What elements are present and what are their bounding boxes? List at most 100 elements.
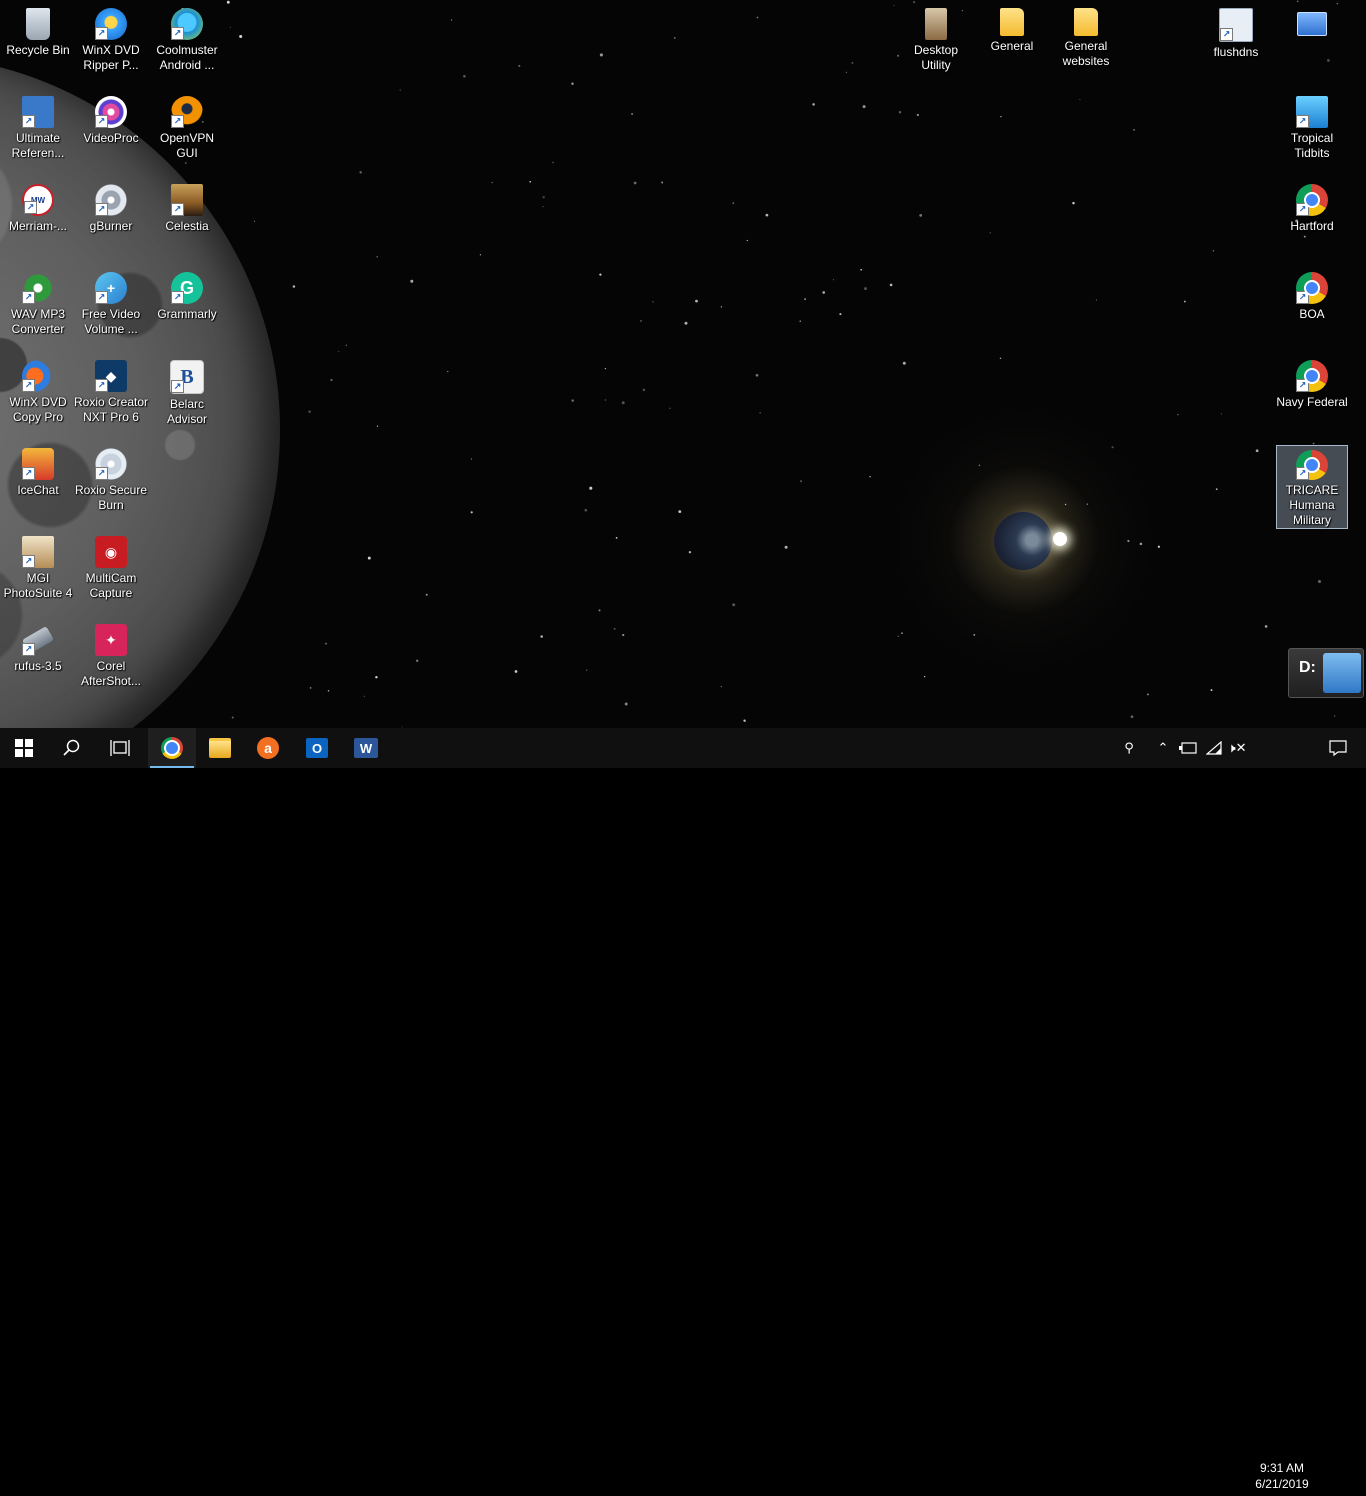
desktop-icon-tropical-tidbits[interactable]: ↗ Tropical Tidbits	[1274, 92, 1350, 161]
star	[1139, 542, 1143, 546]
show-hidden-icons-button[interactable]: ⌃	[1152, 728, 1174, 768]
star	[893, 5, 895, 7]
rufus-icon: ↗	[21, 624, 55, 656]
volume-button[interactable]: 🕨✕	[1226, 728, 1248, 768]
desktop-icon-gburner[interactable]: ↗ gBurner	[73, 180, 149, 234]
icon-label: MGI PhotoSuite 4	[3, 571, 73, 600]
drive-letter: D:	[1299, 659, 1316, 676]
gburner-icon: ↗	[95, 184, 127, 216]
icon-label: Belarc Advisor	[166, 397, 207, 426]
desktop-icon-boa[interactable]: ↗ BOA	[1274, 268, 1350, 322]
desktop-icon-winx-dvd-ripper[interactable]: ↗ WinX DVD Ripper P...	[73, 4, 149, 73]
desktop-icon-wav-mp3-converter[interactable]: ↗ WAV MP3 Converter	[0, 268, 76, 337]
desktop-icon-flushdns[interactable]: ↗ flushdns	[1198, 4, 1274, 60]
usb-drive-widget[interactable]: D:	[1288, 648, 1364, 698]
icon-label: OpenVPN GUI	[159, 131, 215, 160]
desktop-icon-tricare[interactable]: ↗ TRICARE Humana Military	[1276, 445, 1348, 529]
taskbar-chrome[interactable]	[148, 728, 196, 768]
star	[652, 301, 654, 303]
desktop-icon-videoproc[interactable]: ↗ VideoProc	[73, 92, 149, 146]
desktop-icon-recycle-bin[interactable]: Recycle Bin	[0, 4, 76, 58]
star	[1296, 0, 1299, 3]
desktop-icon-roxio-secure-burn[interactable]: ↗ Roxio Secure Burn	[73, 444, 149, 513]
star	[571, 399, 574, 402]
action-center-icon	[1329, 740, 1347, 756]
clock-time: 9:31 AM	[1259, 1461, 1305, 1475]
star	[1146, 693, 1149, 696]
star	[447, 370, 449, 373]
desktop-icon-icechat[interactable]: ↗ IceChat	[0, 444, 76, 498]
star	[897, 635, 899, 638]
chrome-icon: ↗	[1296, 184, 1328, 216]
battery-button[interactable]	[1176, 728, 1200, 768]
star	[845, 71, 848, 73]
desktop-icon-navy-federal[interactable]: ↗ Navy Federal	[1274, 356, 1350, 410]
desktop-icon-ultimate-reference[interactable]: ↗ Ultimate Referen...	[0, 92, 76, 161]
star	[720, 686, 723, 688]
star	[889, 283, 893, 287]
task-view-button[interactable]	[96, 728, 144, 768]
taskbar-word[interactable]: W	[342, 728, 390, 768]
desktop-icon-hartford[interactable]: ↗ Hartford	[1274, 180, 1350, 234]
star	[684, 321, 688, 325]
search-icon	[63, 739, 80, 756]
star	[759, 412, 761, 414]
desktop-icon-multicam[interactable]: ◉ MultiCam Capture	[73, 532, 149, 601]
star	[330, 378, 333, 382]
desktop-icon-mgi-photosuite[interactable]: ↗ MGI PhotoSuite 4	[0, 532, 76, 601]
desktop-icon-free-video-volume[interactable]: + ↗ Free Video Volume ...	[73, 268, 149, 337]
desktop-icon-corel-aftershot[interactable]: ✦ Corel AfterShot...	[73, 620, 149, 689]
desktop-icon-openvpn[interactable]: ↗ OpenVPN GUI	[149, 92, 225, 161]
desktop-icon-desktop-utility[interactable]: Desktop Utility	[898, 4, 974, 73]
icon-label: gBurner	[89, 219, 133, 233]
star	[309, 687, 312, 689]
desktop-icon-rufus[interactable]: ↗ rufus-3.5	[0, 620, 76, 674]
coolmuster-icon: ↗	[171, 8, 203, 40]
tropical-tidbits-icon: ↗	[1296, 96, 1328, 128]
people-button[interactable]: ⚲	[1116, 728, 1142, 768]
desktop[interactable]: Recycle Bin ↗ Ultimate Referen... MW ↗ Me…	[0, 0, 1366, 728]
star	[542, 206, 544, 208]
desktop-icon-merriam-webster[interactable]: MW ↗ Merriam-...	[0, 180, 76, 234]
winx-dvd-copy-icon: ↗	[22, 360, 54, 392]
desktop-icon-coolmuster[interactable]: ↗ Coolmuster Android ...	[149, 4, 225, 73]
star	[901, 632, 903, 634]
star	[542, 196, 545, 199]
icon-label: TRICARE Humana Military	[1285, 483, 1339, 527]
desktop-icon-celestia[interactable]: ↗ Celestia	[149, 180, 225, 234]
icon-label: WAV MP3 Converter	[10, 307, 65, 336]
star	[231, 716, 234, 719]
star	[695, 299, 698, 303]
star	[869, 475, 871, 478]
star	[621, 401, 625, 405]
icon-label: VideoProc	[83, 131, 139, 145]
star	[327, 689, 330, 692]
icon-label: Coolmuster Android ...	[156, 43, 218, 72]
network-button[interactable]	[1202, 728, 1226, 768]
icon-label: General websites	[1062, 39, 1110, 68]
icon-label: Recycle Bin	[6, 43, 70, 57]
search-button[interactable]	[48, 728, 96, 768]
desktop-icon-grammarly[interactable]: G ↗ Grammarly	[149, 268, 225, 322]
taskbar-outlook[interactable]: O	[293, 728, 341, 768]
desktop-icon-belarc[interactable]: B ↗ Belarc Advisor	[149, 356, 225, 427]
star	[973, 634, 976, 636]
desktop-icon-winx-dvd-copy[interactable]: ↗ WinX DVD Copy Pro	[0, 356, 76, 425]
start-button[interactable]	[0, 728, 48, 768]
taskbar-avast[interactable]: a	[244, 728, 292, 768]
star	[1210, 689, 1213, 692]
desktop-icon-window-shortcut[interactable]	[1274, 4, 1350, 43]
recycle-bin-icon	[26, 8, 50, 40]
taskbar-file-explorer[interactable]	[196, 728, 244, 768]
desktop-icon-general-websites[interactable]: General websites	[1048, 4, 1124, 69]
star	[1111, 446, 1114, 449]
star	[1157, 545, 1161, 548]
star	[640, 319, 642, 322]
mgi-photosuite-icon: ↗	[22, 536, 54, 568]
star	[812, 103, 815, 106]
desktop-icon-general[interactable]: General	[974, 4, 1050, 54]
desktop-icon-roxio-creator[interactable]: ◆ ↗ Roxio Creator NXT Pro 6	[73, 356, 149, 425]
star	[491, 181, 493, 184]
clock[interactable]: 9:31 AM 6/21/2019	[1248, 1456, 1316, 1496]
action-center-button[interactable]	[1318, 728, 1358, 768]
